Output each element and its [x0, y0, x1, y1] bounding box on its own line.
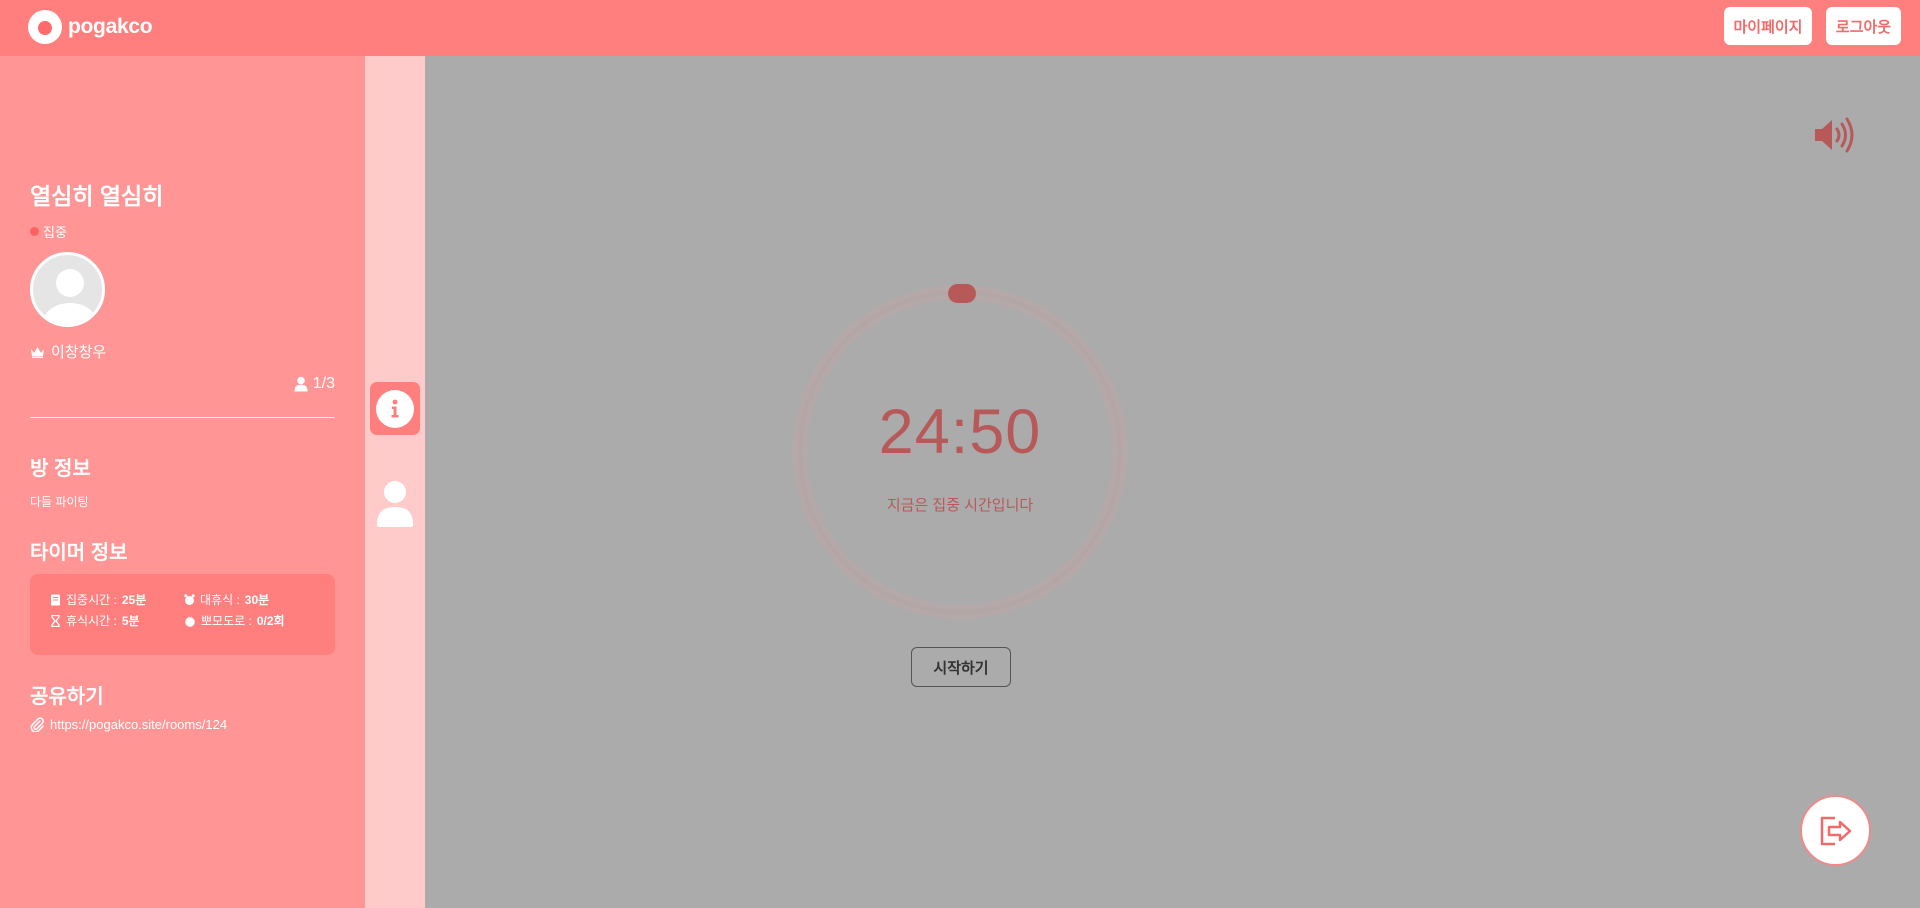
top-header: pogakco 마이페이지 로그아웃 [0, 0, 1920, 56]
hourglass-icon [51, 614, 60, 627]
share-title: 공유하기 [30, 686, 104, 708]
exit-room-button[interactable] [1800, 795, 1871, 866]
timer-status-text: 지금은 집중 시간입니다 [886, 497, 1034, 514]
paperclip-icon [30, 717, 44, 732]
room-title: 열심히 열심히 [30, 183, 164, 209]
status-indicator: 집중 [30, 222, 67, 241]
timer-info-box: 집중시간 : 25분 대휴식 : 30분 휴식시간 : 5분 뽀모도로 : 0/… [30, 574, 335, 655]
long-break-value: 30분 [244, 593, 270, 607]
book-icon [51, 594, 60, 605]
long-break-label: 대휴식 : [200, 593, 240, 607]
info-icon [376, 389, 414, 428]
room-info-desc: 다들 파이팅 [30, 495, 89, 509]
focus-value: 25분 [121, 593, 147, 607]
mypage-button[interactable]: 마이페이지 [1724, 7, 1812, 45]
side-rail [365, 56, 425, 908]
status-dot-icon [30, 227, 39, 236]
host-name: 이창창우 [51, 344, 107, 361]
room-info-title: 방 정보 [30, 458, 91, 480]
user-icon [377, 481, 413, 527]
user-tab[interactable] [374, 480, 416, 528]
share-link[interactable]: https://pogakco.site/rooms/124 [30, 717, 227, 732]
timer-info-title: 타이머 정보 [30, 542, 128, 564]
info-tab[interactable] [370, 382, 420, 435]
pomodoro-label: 뽀모도로 : [201, 614, 252, 628]
exit-icon [1820, 816, 1851, 845]
status-label: 집중 [43, 225, 67, 240]
participant-count: 1/3 [294, 375, 335, 393]
host-info: 이창창우 [30, 341, 106, 362]
avatar [30, 252, 105, 327]
break-label: 휴식시간 : [66, 614, 117, 628]
speaker-icon[interactable] [1813, 117, 1857, 158]
logout-button[interactable]: 로그아웃 [1826, 7, 1901, 45]
logo-tomato-icon [28, 10, 62, 44]
crown-icon [31, 347, 44, 358]
tomato-icon [185, 615, 195, 627]
break-value: 5분 [121, 614, 140, 628]
sidebar-divider [30, 417, 335, 418]
share-url[interactable]: https://pogakco.site/rooms/124 [50, 717, 227, 732]
timer-progress-handle[interactable] [948, 284, 976, 303]
focus-label: 집중시간 : [66, 593, 117, 607]
break-time-info: 휴식시간 : 5분 [50, 612, 140, 629]
focus-time-info: 집중시간 : 25분 [50, 591, 146, 608]
pomodoro-value: 0/2회 [256, 614, 285, 628]
room-sidebar: 열심히 열심히 집중 이창창우 1/3 방 정보 다들 파이팅 타이머 정보 집… [0, 56, 365, 908]
start-button[interactable]: 시작하기 [911, 647, 1011, 687]
user-count-icon [294, 376, 308, 392]
long-break-info: 대휴식 : 30분 [184, 591, 269, 608]
logo-text: pogakco [68, 15, 153, 38]
timer-display: 24:50 [878, 397, 1042, 467]
alarm-icon [184, 593, 195, 605]
participant-count-value: 1/3 [312, 375, 335, 392]
pomodoro-info: 뽀모도로 : 0/2회 [184, 612, 285, 629]
logo[interactable]: pogakco [28, 10, 153, 44]
